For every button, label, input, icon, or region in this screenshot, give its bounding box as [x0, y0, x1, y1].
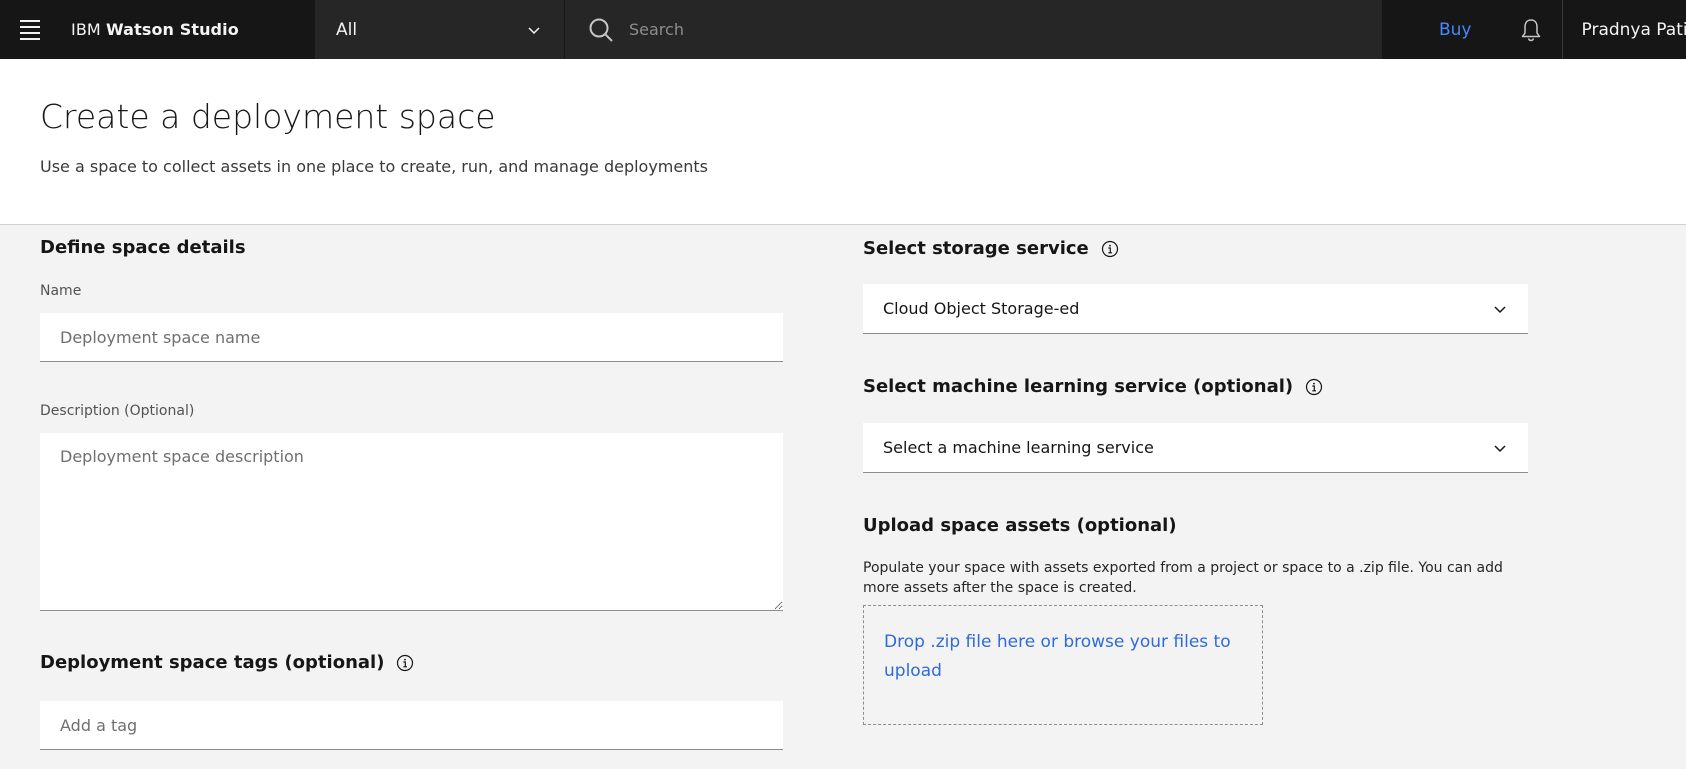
storage-heading-text: Select storage service — [863, 238, 1089, 259]
page-title: Create a deployment space — [40, 97, 496, 136]
search-scope-dropdown[interactable]: All — [315, 0, 565, 59]
tags-heading-text: Deployment space tags (optional) — [40, 652, 385, 673]
storage-heading: Select storage service — [863, 238, 1119, 259]
tags-input[interactable] — [40, 701, 783, 750]
top-navigation-bar: IBM Watson Studio All Buy Pradnya Patil' — [0, 0, 1686, 59]
upload-heading-text: Upload space assets (optional) — [863, 515, 1177, 536]
notification-bell-icon[interactable] — [1504, 0, 1558, 59]
zip-dropzone[interactable]: Drop .zip file here or browse your files… — [863, 605, 1263, 725]
global-search — [565, 0, 1382, 59]
chevron-down-icon — [1494, 305, 1506, 313]
header-actions: Buy Pradnya Patil' — [1382, 0, 1686, 59]
brand-area: IBM Watson Studio — [0, 0, 315, 59]
user-menu[interactable]: Pradnya Patil' — [1561, 0, 1686, 59]
name-label: Name — [40, 283, 82, 299]
brand-name: Watson Studio — [106, 20, 239, 39]
ml-service-heading-text: Select machine learning service (optiona… — [863, 376, 1294, 397]
space-name-input[interactable] — [40, 313, 783, 362]
description-label: Description (Optional) — [40, 403, 195, 419]
chevron-down-icon — [528, 26, 540, 34]
storage-service-dropdown[interactable]: Cloud Object Storage-ed — [863, 284, 1528, 334]
buy-link[interactable]: Buy — [1439, 20, 1472, 40]
upload-heading: Upload space assets (optional) — [863, 515, 1177, 536]
menu-icon[interactable] — [15, 0, 45, 59]
info-icon[interactable] — [1101, 240, 1119, 258]
ml-service-heading: Select machine learning service (optiona… — [863, 376, 1323, 397]
ml-service-value: Select a machine learning service — [883, 438, 1154, 457]
search-input[interactable] — [629, 20, 1329, 39]
dropzone-browse-link[interactable]: Drop .zip file here or browse your files… — [884, 632, 1231, 681]
search-scope-value: All — [336, 19, 358, 40]
info-icon[interactable] — [396, 654, 414, 672]
brand-logo[interactable]: IBM Watson Studio — [71, 20, 239, 39]
tags-heading: Deployment space tags (optional) — [40, 652, 414, 673]
chevron-down-icon — [1494, 444, 1506, 452]
info-icon[interactable] — [1305, 378, 1323, 396]
page-subtitle: Use a space to collect assets in one pla… — [40, 157, 708, 176]
space-details-heading-text: Define space details — [40, 237, 246, 258]
storage-service-value: Cloud Object Storage-ed — [883, 299, 1080, 318]
brand-prefix: IBM — [71, 20, 106, 39]
search-icon — [589, 18, 613, 42]
space-description-textarea[interactable] — [40, 433, 783, 611]
ml-service-dropdown[interactable]: Select a machine learning service — [863, 423, 1528, 473]
page-header: Create a deployment space Use a space to… — [0, 59, 1686, 225]
space-details-heading: Define space details — [40, 237, 246, 258]
upload-description: Populate your space with assets exported… — [863, 560, 1503, 596]
